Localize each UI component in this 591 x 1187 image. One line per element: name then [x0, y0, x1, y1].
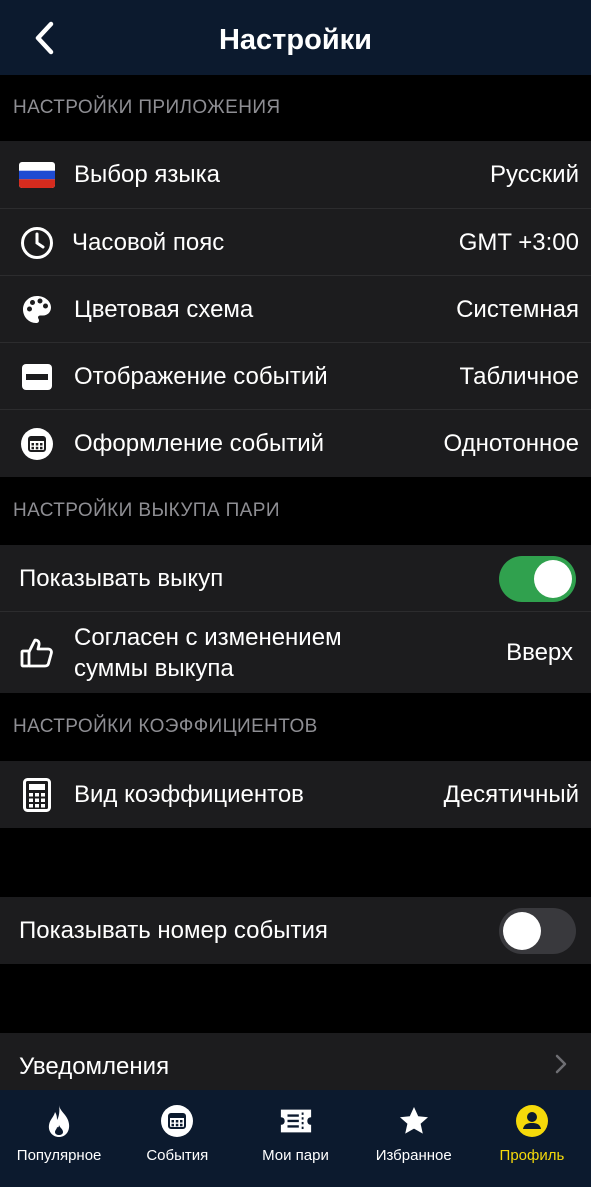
cashout-change-row[interactable]: Согласен с изменением суммы выкупа Вверх	[0, 612, 591, 693]
show-cashout-toggle[interactable]	[499, 555, 576, 602]
tab-events-label: События	[146, 1147, 209, 1164]
cashout-change-label: Согласен с изменением суммы выкупа	[74, 623, 342, 682]
color-scheme-row[interactable]: Цветовая схема Системная	[0, 276, 591, 343]
tab-popular[interactable]: Популярное	[0, 1090, 118, 1187]
events-style-value: Однотонное	[443, 429, 580, 457]
events-style-row[interactable]: Оформление событий Однотонное	[0, 410, 591, 477]
language-label: Выбор языка	[74, 161, 220, 188]
tab-favorites-label: Избранное	[375, 1147, 452, 1164]
tab-my-bets-label: Мои пари	[262, 1147, 329, 1164]
events-display-label: Отображение событий	[74, 362, 328, 390]
star-icon	[397, 1104, 431, 1138]
calendar-icon	[160, 1104, 194, 1138]
color-scheme-value: Системная	[456, 295, 579, 323]
odds-format-label: Вид коэффициентов	[74, 780, 304, 808]
russian-flag-icon	[18, 156, 56, 194]
notifications-row[interactable]: Уведомления	[0, 1033, 591, 1090]
event-number-toggle[interactable]	[499, 907, 576, 954]
timezone-row[interactable]: Часовой пояс GMT +3:00	[0, 209, 591, 276]
color-scheme-label: Цветовая схема	[74, 295, 254, 323]
timezone-value: GMT +3:00	[458, 228, 579, 256]
tab-profile-label: Профиль	[499, 1147, 565, 1164]
odds-format-value: Десятичный	[443, 780, 579, 808]
tab-events[interactable]: События	[118, 1090, 236, 1187]
event-number-row: Показывать номер события	[0, 897, 591, 964]
chevron-right-icon	[555, 1054, 567, 1079]
events-display-row[interactable]: Отображение событий Табличное	[0, 343, 591, 410]
section-header-odds: НАСТРОЙКИ КОЭФФИЦИЕНТОВ	[13, 716, 318, 737]
palette-icon	[18, 291, 56, 329]
event-number-label: Показывать номер события	[19, 916, 328, 944]
odds-format-row[interactable]: Вид коэффициентов Десятичный	[0, 761, 591, 828]
events-style-label: Оформление событий	[74, 429, 325, 457]
clock-icon	[18, 224, 56, 262]
tab-my-bets[interactable]: Мои пари	[236, 1090, 354, 1187]
section-header-app: НАСТРОЙКИ ПРИЛОЖЕНИЯ	[13, 97, 281, 118]
language-row[interactable]: Выбор языка Русский	[0, 141, 591, 209]
calculator-icon	[18, 776, 56, 814]
tab-popular-label: Популярное	[16, 1147, 102, 1164]
timezone-label: Часовой пояс	[72, 228, 225, 256]
events-display-value: Табличное	[459, 362, 579, 390]
flame-icon	[42, 1104, 76, 1138]
language-value: Русский	[489, 161, 579, 188]
calendar-style-icon	[18, 425, 56, 463]
page-title: Настройки	[218, 24, 372, 56]
cashout-change-value: Вверх	[506, 638, 573, 666]
thumbs-up-icon	[18, 634, 56, 672]
tab-favorites[interactable]: Избранное	[355, 1090, 473, 1187]
table-view-icon	[18, 358, 56, 396]
bottom-tab-bar: Популярное События Мои пари Избранное Пр…	[0, 1090, 591, 1187]
notifications-label: Уведомления	[19, 1052, 170, 1080]
section-header-cashout: НАСТРОЙКИ ВЫКУПА ПАРИ	[13, 500, 280, 521]
ticket-icon	[279, 1104, 313, 1138]
profile-icon	[515, 1104, 549, 1138]
show-cashout-row: Показывать выкуп	[0, 545, 591, 612]
nav-header: Настройки	[0, 0, 591, 75]
tab-profile[interactable]: Профиль	[473, 1090, 591, 1187]
show-cashout-label: Показывать выкуп	[19, 564, 224, 592]
